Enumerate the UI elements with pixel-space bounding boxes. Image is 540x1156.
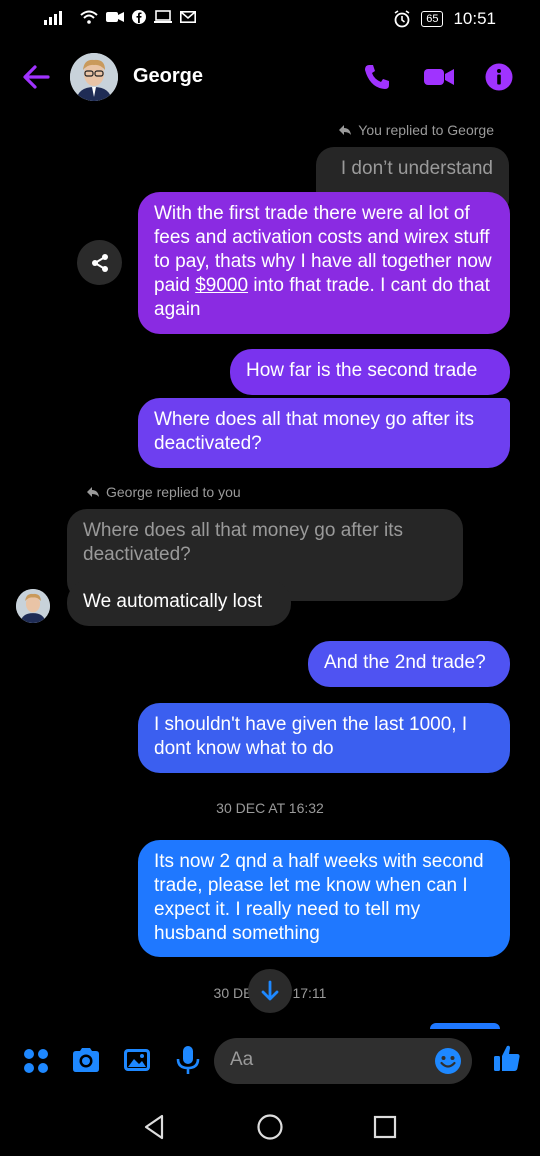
replied-label: George replied to you — [106, 484, 241, 500]
message-bubble-money-go[interactable]: Where does all that money go after its d… — [138, 398, 510, 468]
status-time: 10:51 — [453, 9, 496, 28]
thumbs-up-icon[interactable] — [491, 1042, 523, 1074]
composer-bar — [0, 1030, 540, 1090]
arrow-down-icon — [261, 980, 279, 1001]
message-text: And the 2nd trade? — [324, 652, 486, 673]
avatar-photo — [16, 589, 50, 623]
alarm-icon — [394, 10, 410, 28]
emoji-icon[interactable] — [434, 1047, 462, 1075]
quoted-text: Where does all that money go after its d… — [83, 520, 403, 565]
message-bubble-second-trade[interactable]: How far is the second trade — [230, 349, 510, 395]
gallery-icon[interactable] — [121, 1044, 153, 1076]
video-status-icon — [106, 12, 124, 22]
message-input[interactable] — [230, 1049, 430, 1071]
avatar-photo — [70, 53, 118, 101]
message-input-box[interactable] — [214, 1038, 472, 1084]
message-bubble-lost[interactable]: We automatically lost — [67, 580, 291, 626]
chat-header: George — [0, 50, 540, 104]
share-button[interactable] — [77, 240, 122, 285]
mail-icon — [180, 11, 196, 23]
message-text: Its now 2 qnd a half weeks with second t… — [154, 851, 484, 944]
signal-icon — [44, 11, 62, 25]
replied-indicator-them: George replied to you — [86, 484, 241, 500]
replied-label: You replied to George — [358, 122, 494, 138]
contact-avatar[interactable] — [70, 53, 118, 101]
battery-indicator: 65 — [421, 11, 444, 27]
facebook-icon — [132, 10, 146, 24]
scroll-to-bottom-button[interactable] — [248, 969, 292, 1013]
contact-avatar-small[interactable] — [16, 589, 50, 623]
microphone-icon[interactable] — [172, 1044, 204, 1076]
status-bar: 65 10:51 — [0, 0, 540, 40]
nav-back-icon[interactable] — [140, 1112, 170, 1142]
nav-home-icon[interactable] — [255, 1112, 285, 1142]
nav-recents-icon[interactable] — [370, 1112, 400, 1142]
contact-name[interactable]: George — [133, 65, 203, 88]
info-icon[interactable] — [484, 62, 514, 92]
message-bubble-2nd-trade[interactable]: And the 2nd trade? — [308, 641, 510, 687]
replied-indicator: You replied to George — [338, 122, 494, 138]
quoted-text: I don’t understand — [340, 158, 493, 179]
share-icon — [91, 253, 108, 272]
message-bubble-husband[interactable]: Its now 2 qnd a half weeks with second t… — [138, 840, 510, 957]
status-left — [44, 9, 196, 25]
back-arrow-icon[interactable] — [20, 62, 52, 92]
message-text: How far is the second trade — [246, 360, 478, 381]
message-link-amount[interactable]: $9000 — [195, 275, 248, 296]
message-text: We automatically lost — [83, 591, 263, 612]
reply-icon — [339, 125, 352, 135]
message-bubble-fees[interactable]: With the first trade there were al lot o… — [138, 192, 510, 334]
message-bubble-last-1000[interactable]: I shouldn't have given the last 1000, I … — [138, 703, 510, 773]
video-call-icon[interactable] — [423, 62, 455, 92]
timestamp-left: 30 DE — [213, 985, 253, 1001]
system-nav-bar — [0, 1100, 540, 1156]
camera-icon[interactable] — [70, 1044, 102, 1076]
reply-icon — [87, 487, 99, 497]
wifi-icon — [80, 10, 98, 24]
message-text: Where does all that money go after its d… — [154, 409, 474, 454]
phone-call-icon[interactable] — [362, 62, 392, 92]
next-message-peek — [430, 1023, 500, 1029]
timestamp-right: 17:11 — [292, 985, 327, 1001]
message-text: I shouldn't have given the last 1000, I … — [154, 714, 468, 759]
status-right: 65 10:51 — [393, 9, 496, 29]
timestamp: 30 DEC AT 16:32 — [216, 800, 324, 816]
laptop-icon — [154, 10, 172, 23]
apps-grid-icon[interactable] — [20, 1044, 52, 1076]
